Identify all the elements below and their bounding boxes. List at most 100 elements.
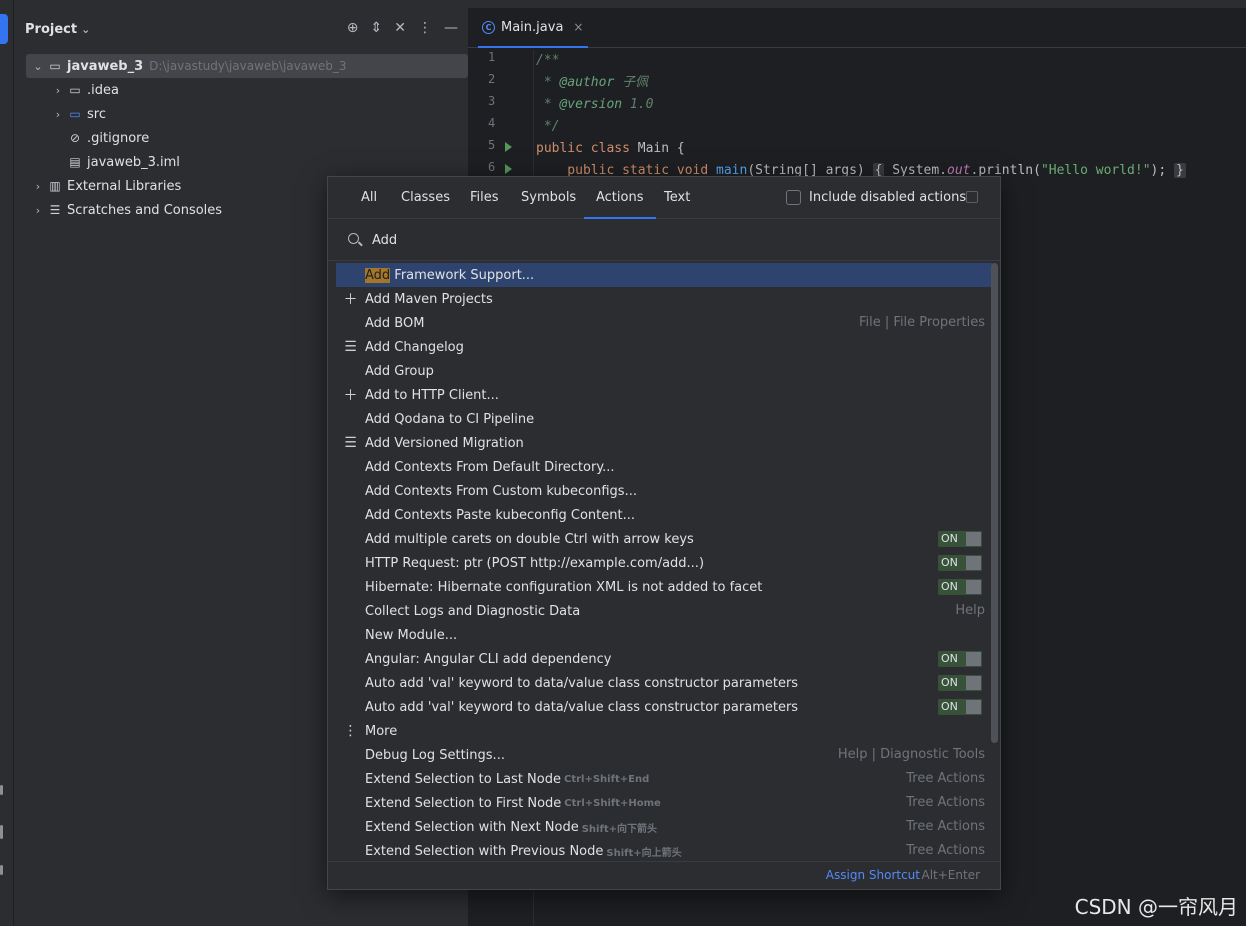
project-panel-title[interactable]: Project ⌄ (25, 22, 90, 37)
project-title-label: Project (25, 21, 78, 37)
tool-strip-icon[interactable] (0, 825, 3, 839)
result-label: Add to HTTP Client... (365, 387, 499, 403)
tab-files[interactable]: Files (470, 177, 499, 219)
tree-item[interactable]: ▤ javaweb_3.iml (26, 150, 468, 174)
result-label: Extend Selection to First Node (365, 795, 562, 811)
code-area[interactable]: /** * @author 子佩 * @version 1.0 */ publi… (536, 50, 1186, 182)
result-label: More (365, 723, 398, 739)
result-label: Debug Log Settings... (365, 747, 505, 763)
editor-gutter: 1 2 3 4 5 6 (468, 50, 533, 182)
tool-strip-icon[interactable] (0, 785, 3, 795)
result-item[interactable]: ☰ Add Changelog (336, 335, 992, 359)
result-item[interactable]: Collect Logs and Diagnostic Data Help (336, 599, 992, 623)
result-item[interactable]: Extend Selection with Next Node Shift+向下箭… (336, 815, 992, 839)
result-item[interactable]: Add Qodana to CI Pipeline (336, 407, 992, 431)
result-item[interactable]: ⋮ More (336, 719, 992, 743)
search-input[interactable] (372, 230, 972, 250)
include-disabled-checkbox[interactable] (786, 190, 801, 205)
tool-strip-icon[interactable] (0, 865, 3, 875)
chevron-right-icon[interactable]: › (30, 204, 46, 217)
project-panel-tools: ⊕ ⇕ ✕ ⋮ — (347, 20, 458, 36)
result-item[interactable]: HTTP Request: ptr (POST http://example.c… (336, 551, 992, 575)
include-disabled-label[interactable]: Include disabled actions (809, 177, 966, 219)
collapse-all-icon[interactable]: ✕ (394, 20, 406, 36)
tab-main-java[interactable]: C Main.java × (478, 8, 588, 48)
scratches-icon: ☰ (49, 203, 61, 217)
result-item[interactable]: Hibernate: Hibernate configuration XML i… (336, 575, 992, 599)
chevron-down-icon[interactable]: ⌄ (30, 60, 46, 73)
result-item[interactable]: ＋ Add Maven Projects (336, 287, 992, 311)
result-label: Collect Logs and Diagnostic Data (365, 603, 581, 619)
result-item[interactable]: Extend Selection with Previous Node Shift… (336, 839, 992, 863)
result-item[interactable]: Angular: Angular CLI add dependency ON (336, 647, 992, 671)
on-off-toggle[interactable]: ON (938, 651, 982, 667)
result-item[interactable]: Debug Log Settings... Help | Diagnostic T… (336, 743, 992, 767)
result-item[interactable]: Add Framework Support... (336, 263, 992, 287)
result-item[interactable]: ＋ Add to HTTP Client... (336, 383, 992, 407)
result-shortcut: Ctrl+Shift+Home (564, 797, 661, 809)
keyword: public class (536, 141, 630, 156)
code-line: */ (536, 119, 560, 134)
tree-item[interactable]: ⌄ ▭ javaweb_3 D:\javastudy\javaweb\javaweb_… (26, 54, 468, 78)
result-label: New Module... (365, 627, 458, 643)
result-item[interactable]: Add BOM File | File Properties (336, 311, 992, 335)
code-token: * (536, 75, 560, 90)
filter-icon[interactable] (966, 191, 978, 203)
result-label: Framework Support... (390, 267, 535, 283)
result-item[interactable]: Add Contexts Paste kubeconfig Content... (336, 503, 992, 527)
tree-item[interactable]: › ▭ .idea (26, 78, 468, 102)
assign-shortcut-link[interactable]: Assign Shortcut (826, 868, 920, 882)
result-label: Extend Selection with Previous Node (365, 843, 604, 859)
on-off-toggle[interactable]: ON (938, 579, 982, 595)
tab-text[interactable]: Text (664, 177, 690, 219)
line-number: 2 (488, 72, 496, 86)
on-off-toggle[interactable]: ON (938, 555, 982, 571)
result-item[interactable]: Auto add 'val' keyword to data/value cla… (336, 671, 992, 695)
on-off-toggle[interactable]: ON (938, 675, 982, 691)
tree-item-label: External Libraries (67, 178, 182, 194)
tree-item-label: javaweb_3 (67, 58, 144, 74)
watermark: CSDN @一帘风月 (1074, 895, 1238, 919)
locate-icon[interactable]: ⊕ (347, 20, 359, 36)
tree-item-label: .idea (87, 82, 119, 98)
run-icon[interactable] (504, 163, 513, 175)
chevron-right-icon[interactable]: › (50, 84, 66, 97)
result-label: Add Contexts From Custom kubeconfigs... (365, 483, 637, 499)
doc-tag: @author (559, 75, 615, 90)
changelog-icon: ☰ (344, 339, 357, 355)
options-menu-icon[interactable]: ⋮ (418, 20, 432, 36)
source-folder-icon: ▭ (69, 107, 81, 121)
result-item[interactable]: Extend Selection to Last Node Ctrl+Shift+… (336, 767, 992, 791)
tab-label: Main.java (501, 19, 564, 35)
project-tool-button[interactable] (0, 14, 8, 44)
result-item[interactable]: Auto add 'val' keyword to data/value cla… (336, 695, 992, 719)
tree-item[interactable]: ⊘ .gitignore (26, 126, 468, 150)
tab-symbols[interactable]: Symbols (521, 177, 576, 219)
result-location: Help (955, 603, 985, 618)
hide-panel-icon[interactable]: — (444, 20, 458, 36)
chevron-right-icon[interactable]: › (50, 108, 66, 121)
on-off-toggle[interactable]: ON (938, 531, 982, 547)
tab-classes[interactable]: Classes (401, 177, 450, 219)
tab-actions[interactable]: Actions (584, 177, 656, 219)
result-item[interactable]: New Module... (336, 623, 992, 647)
run-icon[interactable] (504, 141, 513, 153)
line-number: 6 (488, 160, 496, 174)
add-icon: ＋ (343, 292, 358, 308)
result-item[interactable]: Add multiple carets on double Ctrl with … (336, 527, 992, 551)
expand-all-icon[interactable]: ⇕ (371, 20, 383, 36)
ignore-file-icon: ⊘ (69, 131, 81, 145)
chevron-right-icon[interactable]: › (30, 180, 46, 193)
result-item[interactable]: Add Contexts From Custom kubeconfigs... (336, 479, 992, 503)
result-item[interactable]: ☰ Add Versioned Migration (336, 431, 992, 455)
line-number: 5 (488, 138, 496, 152)
tree-item[interactable]: › ▭ src (26, 102, 468, 126)
tree-item-label: src (87, 106, 106, 122)
tab-all[interactable]: All (361, 177, 377, 219)
on-off-toggle[interactable]: ON (938, 699, 982, 715)
close-icon[interactable]: × (573, 20, 583, 34)
result-item[interactable]: Extend Selection to First Node Ctrl+Shift… (336, 791, 992, 815)
result-item[interactable]: Add Contexts From Default Directory... (336, 455, 992, 479)
result-item[interactable]: Add Group (336, 359, 992, 383)
results-scrollbar[interactable] (991, 263, 998, 743)
